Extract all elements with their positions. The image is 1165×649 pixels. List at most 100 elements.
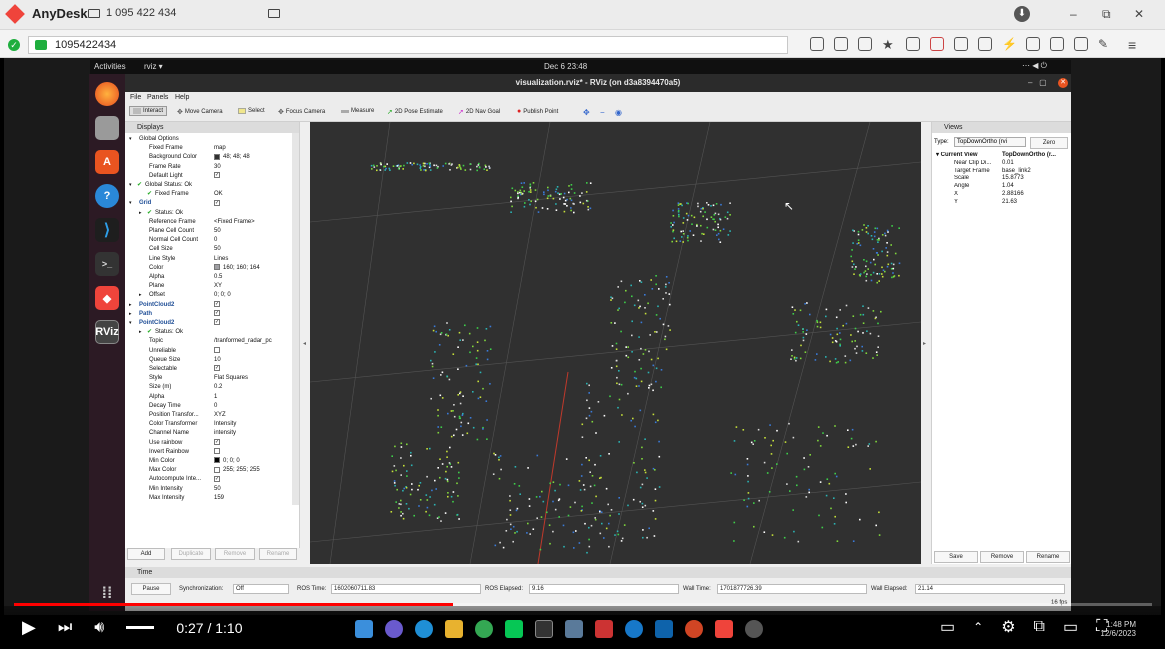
close-button[interactable]: ✕: [1134, 7, 1144, 21]
display-row-value[interactable]: ✓: [214, 439, 220, 448]
view-row-value[interactable]: 0.01: [1002, 160, 1014, 168]
vscode-icon[interactable]: ⟩: [95, 218, 119, 242]
display-row[interactable]: Autocompute Inte... ✓: [125, 475, 293, 484]
view-row[interactable]: ▾ Current View TopDownOrtho (r...: [932, 152, 1100, 160]
display-row-value[interactable]: Flat Squares: [214, 374, 248, 383]
firefox-icon[interactable]: [95, 82, 119, 106]
software-center-icon[interactable]: A: [95, 150, 119, 174]
display-row-value[interactable]: 0: [214, 402, 217, 411]
display-row[interactable]: Color 160; 160; 164: [125, 264, 293, 273]
collapse-arrow-icon[interactable]: ▸: [139, 328, 142, 337]
display-row[interactable]: Invert Rainbow: [125, 448, 293, 457]
tray-chevron-icon[interactable]: ⌃: [973, 620, 983, 634]
volume-icon[interactable]: 🔊︎: [94, 619, 104, 637]
view-row-value[interactable]: 2.88166: [1002, 191, 1024, 199]
display-row[interactable]: Decay Time 0: [125, 402, 293, 411]
display-row[interactable]: Plane XY: [125, 282, 293, 291]
display-row[interactable]: Max Color 255; 255; 255: [125, 466, 293, 475]
duplicate-display-button[interactable]: Duplicate: [171, 548, 211, 560]
display-row[interactable]: Selectable ✓: [125, 365, 293, 374]
display-row[interactable]: Frame Rate 30: [125, 163, 293, 172]
record-icon[interactable]: [1074, 37, 1088, 51]
new-session-icon[interactable]: [268, 8, 281, 18]
collapse-arrow-icon[interactable]: ▸: [139, 291, 142, 300]
system-tray-icon[interactable]: ⋯ ◀ ⏻: [1022, 61, 1047, 71]
remove-display-button[interactable]: Remove: [215, 548, 255, 560]
collapse-right-icon[interactable]: ▸: [923, 340, 926, 347]
settings-icon[interactable]: ⚙: [1001, 617, 1015, 637]
gnome-clock[interactable]: Dec 6 23:48: [544, 62, 587, 71]
expand-arrow-icon[interactable]: ▾: [129, 319, 132, 328]
3d-viewport[interactable]: ↖: [310, 122, 921, 564]
tool-interact[interactable]: Interact: [129, 106, 168, 116]
display-row[interactable]: ✔ Fixed Frame OK: [125, 190, 293, 199]
view-mode-icon[interactable]: [930, 37, 944, 51]
checkbox[interactable]: [214, 347, 220, 354]
display-row-value[interactable]: 30: [214, 163, 221, 172]
display-row-value[interactable]: ✓: [214, 475, 220, 484]
skype-icon[interactable]: [625, 620, 643, 638]
remove-view-button[interactable]: Remove: [980, 551, 1024, 563]
powerpoint-icon[interactable]: [685, 620, 703, 638]
display-row-value[interactable]: [214, 347, 220, 356]
display-row-value[interactable]: 50: [214, 227, 221, 236]
display-row-value[interactable]: 1: [214, 393, 217, 402]
draw-icon[interactable]: ✎: [1098, 37, 1112, 53]
display-row-value[interactable]: ✓: [214, 310, 220, 319]
view-row[interactable]: Scale 15.8773: [932, 175, 1100, 183]
display-row-value[interactable]: intensity: [214, 429, 236, 438]
checkbox[interactable]: ✓: [214, 310, 220, 317]
display-row-value[interactable]: <Fixed Frame>: [214, 218, 255, 227]
address-input[interactable]: 1095422434: [28, 36, 788, 54]
anydesk-session-tab[interactable]: 1 095 422 434: [88, 7, 281, 19]
explorer-icon[interactable]: [445, 620, 463, 638]
checkbox[interactable]: ✓: [214, 319, 220, 326]
display-row[interactable]: Normal Cell Count 0: [125, 236, 293, 245]
display-row[interactable]: Channel Name intensity: [125, 429, 293, 438]
pause-button[interactable]: Pause: [131, 583, 171, 595]
recorder-icon[interactable]: [745, 620, 763, 638]
displays-scrollbar[interactable]: [292, 133, 299, 505]
activities-button[interactable]: Activities: [94, 62, 126, 71]
display-row[interactable]: ▾ Grid ✓: [125, 199, 293, 208]
color-swatch[interactable]: [214, 457, 220, 464]
display-row-value[interactable]: 160; 160; 164: [214, 264, 260, 273]
display-row-value[interactable]: 48; 48; 48: [214, 153, 250, 162]
download-icon[interactable]: ⬇: [1014, 6, 1030, 22]
save-view-button[interactable]: Save: [934, 551, 978, 563]
view-row[interactable]: Near Clip Di... 0.01: [932, 160, 1100, 168]
display-row[interactable]: ▸ Path ✓: [125, 310, 293, 319]
display-row[interactable]: ▸ Offset 0; 0; 0: [125, 291, 293, 300]
display-icon[interactable]: [954, 37, 968, 51]
display-row-value[interactable]: 0; 0; 0: [214, 457, 240, 466]
app-taskbar-icon[interactable]: [565, 620, 583, 638]
display-row[interactable]: Plane Cell Count 50: [125, 227, 293, 236]
tool-settings-icon[interactable]: ◉: [615, 108, 622, 117]
actions-icon[interactable]: ⚡: [1002, 37, 1017, 53]
subtitles-icon[interactable]: ▭: [940, 617, 955, 637]
display-row[interactable]: Alpha 0.5: [125, 273, 293, 282]
display-row-value[interactable]: 0; 0; 0: [214, 291, 231, 300]
maximize-button[interactable]: ⧉: [1102, 7, 1111, 22]
collapse-arrow-icon[interactable]: ▸: [129, 301, 132, 310]
checkbox[interactable]: ✓: [214, 172, 220, 179]
miniplayer-icon[interactable]: ⧉: [1034, 618, 1045, 636]
display-row-value[interactable]: XY: [214, 282, 222, 291]
edge-icon[interactable]: [415, 620, 433, 638]
display-row[interactable]: Cell Size 50: [125, 245, 293, 254]
view-row[interactable]: X 2.88166: [932, 191, 1100, 199]
tool-select[interactable]: Select: [238, 108, 265, 114]
display-row[interactable]: Size (m) 0.2: [125, 383, 293, 392]
display-row[interactable]: ▸ PointCloud2 ✓: [125, 301, 293, 310]
vscode-taskbar-icon[interactable]: [655, 620, 673, 638]
rviz-window-controls[interactable]: – ▢: [1028, 78, 1047, 87]
display-row-value[interactable]: ✓: [214, 199, 220, 208]
display-row[interactable]: Queue Size 10: [125, 356, 293, 365]
menu-help[interactable]: Help: [175, 94, 189, 101]
display-row-value[interactable]: OK: [214, 190, 223, 199]
display-row[interactable]: Max Intensity 159: [125, 494, 293, 503]
display-row-value[interactable]: 50: [214, 485, 221, 494]
rviz-dock-icon[interactable]: RViz: [95, 320, 119, 344]
remove-tool-icon[interactable]: −: [600, 108, 605, 117]
add-tool-icon[interactable]: ✥: [583, 108, 590, 117]
